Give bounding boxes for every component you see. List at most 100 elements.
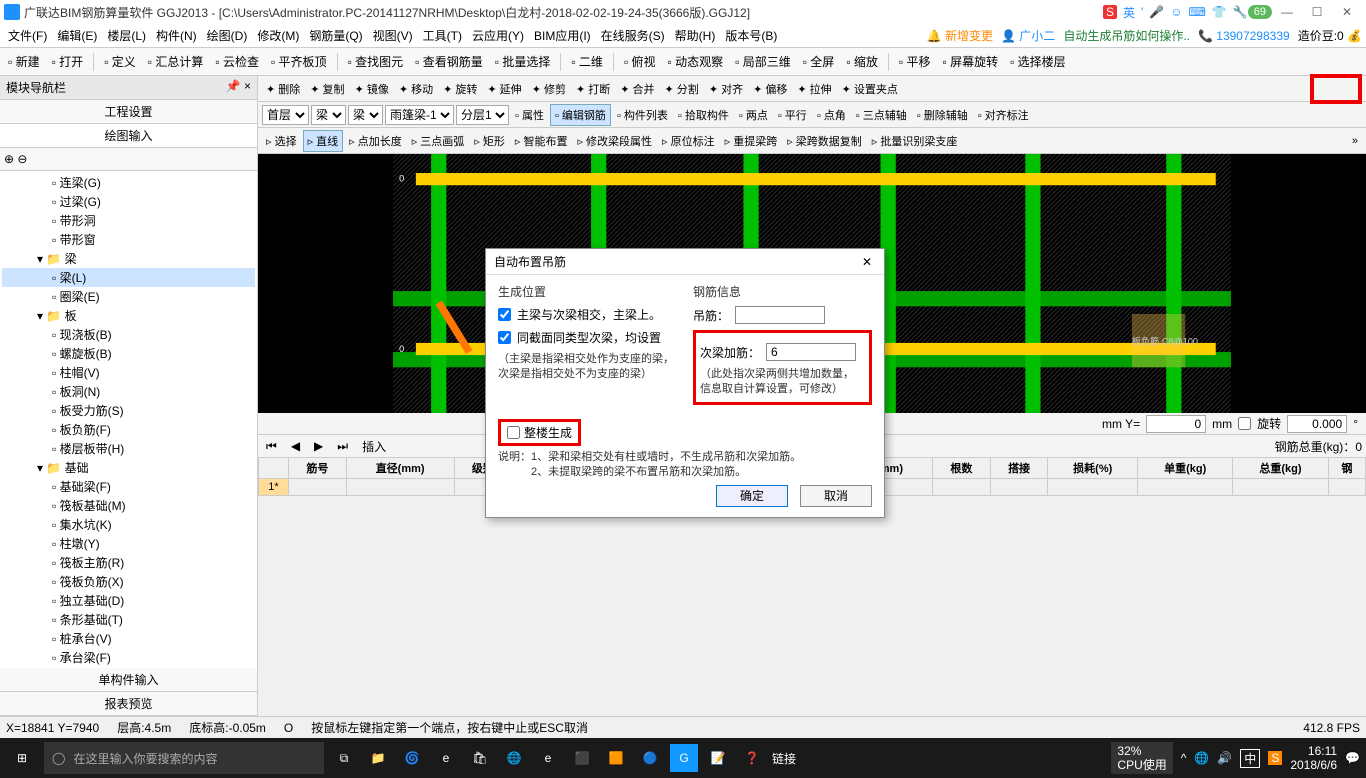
tb-平齐板顶[interactable]: ▫ 平齐板顶 [267, 51, 331, 72]
edit-旋转[interactable]: ✦ 旋转 [439, 79, 481, 99]
keyboard-icon[interactable]: ⌨ [1189, 5, 1206, 19]
sub1-三点辅轴[interactable]: ▫ 三点辅轴 [852, 105, 911, 125]
tb-查看钢筋量[interactable]: ▫ 查看钢筋量 [411, 51, 487, 72]
menu-编辑(E)[interactable]: 编辑(E) [53, 25, 101, 46]
sub1-点角[interactable]: ▫ 点角 [813, 105, 850, 125]
tree-基础梁(F)[interactable]: ▫ 基础梁(F) [2, 477, 255, 496]
tree-板负筋(F)[interactable]: ▫ 板负筋(F) [2, 420, 255, 439]
tb-批量选择[interactable]: ▫ 批量选择 [491, 51, 555, 72]
menu-在线服务(S)[interactable]: 在线服务(S) [597, 25, 669, 46]
pin-icon[interactable]: 📌 × [226, 79, 251, 96]
secondary-add-input[interactable] [766, 343, 856, 361]
insert-btn[interactable]: 插入 [358, 436, 390, 457]
tb-云检查[interactable]: ▫ 云检查 [211, 51, 263, 72]
edit-删除[interactable]: ✦ 删除 [262, 79, 304, 99]
menu-视图(V)[interactable]: 视图(V) [369, 25, 417, 46]
sub1-对齐标注[interactable]: ▫ 对齐标注 [974, 105, 1033, 125]
edit-修剪[interactable]: ✦ 修剪 [528, 79, 570, 99]
edit-对齐[interactable]: ✦ 对齐 [705, 79, 747, 99]
tree-板[interactable]: ▾ 📁 板 [2, 306, 255, 325]
tree-筏板负筋(X)[interactable]: ▫ 筏板负筋(X) [2, 572, 255, 591]
tree-collapse-icon[interactable]: ⊖ [17, 152, 27, 166]
sub2-修改梁段属性[interactable]: ▹ 修改梁段属性 [573, 131, 656, 151]
cancel-button[interactable]: 取消 [800, 485, 872, 507]
sub1-拾取构件[interactable]: ▫ 拾取构件 [674, 105, 733, 125]
menu-钢筋量(Q)[interactable]: 钢筋量(Q) [305, 25, 366, 46]
cpu-meter[interactable]: 32%CPU使用 [1111, 742, 1172, 775]
tree-楼层板带(H)[interactable]: ▫ 楼层板带(H) [2, 439, 255, 458]
hint-link[interactable]: 自动生成吊筋如何操作.. [1063, 27, 1190, 44]
tree-带形窗[interactable]: ▫ 带形窗 [2, 230, 255, 249]
chk-main-secondary[interactable] [498, 308, 511, 321]
dialog-close-icon[interactable]: ✕ [858, 253, 876, 271]
green-badge[interactable]: 69 [1248, 5, 1272, 19]
emoji-icon[interactable]: ☺ [1170, 5, 1182, 19]
tree-现浇板(B)[interactable]: ▫ 现浇板(B) [2, 325, 255, 344]
combo-sub[interactable]: 梁 [348, 105, 383, 125]
chk-same-section[interactable] [498, 331, 511, 344]
col-损耗(%)[interactable]: 损耗(%) [1048, 458, 1138, 479]
edit-设置夹点[interactable]: ✦ 设置夹点 [838, 79, 902, 99]
tree-柱墩(Y)[interactable]: ▫ 柱墩(Y) [2, 534, 255, 553]
tree-圈梁(E)[interactable]: ▫ 圈梁(E) [2, 287, 255, 306]
edit-镜像[interactable]: ✦ 镜像 [351, 79, 393, 99]
tree-集水坑(K)[interactable]: ▫ 集水坑(K) [2, 515, 255, 534]
tb-屏幕旋转[interactable]: ▫ 屏幕旋转 [939, 51, 1003, 72]
nav-prev[interactable]: ◀ [287, 437, 304, 455]
tb-选择楼层[interactable]: ▫ 选择楼层 [1006, 51, 1070, 72]
tree-梁[interactable]: ▾ 📁 梁 [2, 249, 255, 268]
start-button[interactable]: ⊞ [6, 742, 38, 774]
tree-梁(L)[interactable]: ▫ 梁(L) [2, 268, 255, 287]
menu-工具(T)[interactable]: 工具(T) [419, 25, 466, 46]
sub2-批量识别梁支座[interactable]: ▹ 批量识别梁支座 [868, 131, 962, 151]
rotate-input[interactable] [1287, 415, 1347, 433]
menu-BIM应用(I)[interactable]: BIM应用(I) [530, 25, 595, 46]
tb-俯视[interactable]: ▫ 俯视 [620, 51, 660, 72]
tree-桩承台(V)[interactable]: ▫ 桩承台(V) [2, 629, 255, 648]
tree-螺旋板(B)[interactable]: ▫ 螺旋板(B) [2, 344, 255, 363]
tb-局部三维[interactable]: ▫ 局部三维 [731, 51, 795, 72]
tree-筏板主筋(R)[interactable]: ▫ 筏板主筋(R) [2, 553, 255, 572]
ok-button[interactable]: 确定 [716, 485, 788, 507]
col-单重(kg)[interactable]: 单重(kg) [1138, 458, 1233, 479]
sub1-构件列表[interactable]: ▫ 构件列表 [613, 105, 672, 125]
menu-修改(M)[interactable]: 修改(M) [253, 25, 303, 46]
sub1-编辑钢筋[interactable]: ▫ 编辑钢筋 [550, 104, 611, 126]
tree-承台梁(F)[interactable]: ▫ 承台梁(F) [2, 648, 255, 667]
tree-条形基础(T)[interactable]: ▫ 条形基础(T) [2, 610, 255, 629]
sogou-icon[interactable]: S [1103, 5, 1117, 19]
rotate-checkbox[interactable] [1238, 417, 1251, 430]
sub2-矩形[interactable]: ▹ 矩形 [470, 131, 509, 151]
tree-带形洞[interactable]: ▫ 带形洞 [2, 211, 255, 230]
y-input[interactable] [1146, 415, 1206, 433]
maximize-button[interactable]: ☐ [1302, 2, 1332, 22]
tab-report[interactable]: 报表预览 [0, 692, 257, 716]
menu-楼层(L)[interactable]: 楼层(L) [103, 25, 150, 46]
menu-帮助(H)[interactable]: 帮助(H) [671, 25, 720, 46]
ime-chinese-icon[interactable]: 英 [1123, 4, 1135, 21]
tb-汇总计算[interactable]: ▫ 汇总计算 [144, 51, 208, 72]
sogou-tray-icon[interactable]: S [1268, 751, 1282, 765]
stirrup-input[interactable] [735, 306, 825, 324]
shirt-icon[interactable]: 👕 [1212, 5, 1227, 19]
sub2-点加长度[interactable]: ▹ 点加长度 [345, 131, 406, 151]
row-header[interactable]: 1* [259, 479, 289, 496]
edit-复制[interactable]: ✦ 复制 [306, 79, 348, 99]
col-总重(kg)[interactable]: 总重(kg) [1233, 458, 1328, 479]
tb-动态观察[interactable]: ▫ 动态观察 [664, 51, 728, 72]
close-button[interactable]: ✕ [1332, 2, 1362, 22]
wrench-icon[interactable]: 🔧 [1233, 5, 1248, 19]
tb-定义[interactable]: ▫ 定义 [100, 51, 140, 72]
edit-打断[interactable]: ✦ 打断 [572, 79, 614, 99]
taskbar-search[interactable]: ◯在这里输入你要搜索的内容 [44, 742, 324, 774]
sub1-删除辅轴[interactable]: ▫ 删除辅轴 [913, 105, 972, 125]
punct-icon[interactable]: ' [1141, 5, 1143, 19]
sub2-直线[interactable]: ▹ 直线 [303, 130, 344, 152]
sub2-原位标注[interactable]: ▹ 原位标注 [658, 131, 719, 151]
chk-whole-building[interactable] [507, 426, 520, 439]
menu-构件(N)[interactable]: 构件(N) [152, 25, 201, 46]
edit-移动[interactable]: ✦ 移动 [395, 79, 437, 99]
edit-拉伸[interactable]: ✦ 拉伸 [793, 79, 835, 99]
update-button[interactable]: 🔔 新增变更 [927, 27, 993, 44]
menu-版本号(B)[interactable]: 版本号(B) [721, 25, 781, 46]
